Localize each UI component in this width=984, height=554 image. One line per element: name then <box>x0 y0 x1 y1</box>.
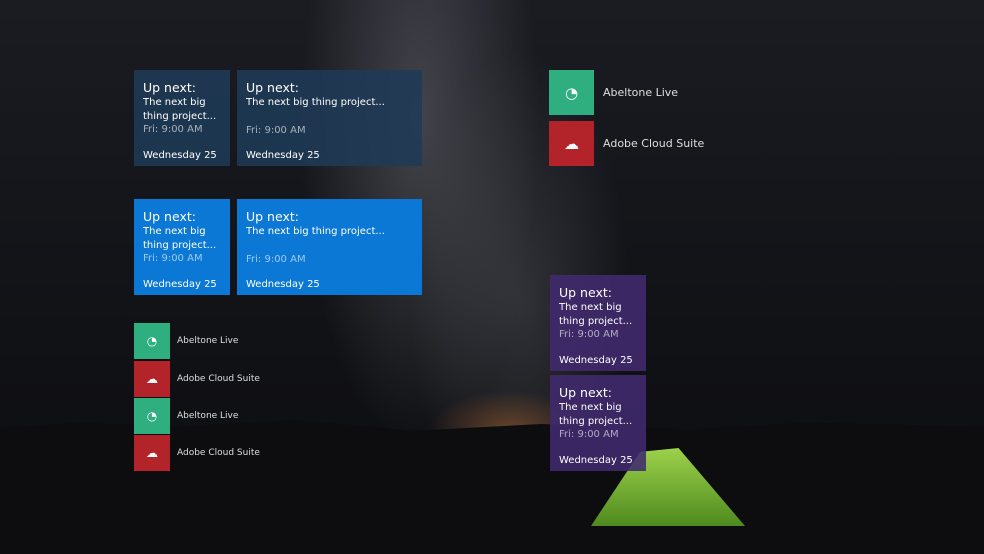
creative-cloud-icon: ☁ <box>134 435 170 471</box>
ableton-live-icon: ◔ <box>134 398 170 434</box>
tile-time: Fri: 9:00 AM <box>246 253 306 265</box>
tile-subject: The next big thing project... <box>559 402 633 427</box>
tile-heading: Up next: <box>559 285 612 300</box>
app-item-ableton[interactable]: ◔ Abeltone Live <box>134 398 238 434</box>
app-label: Adobe Cloud Suite <box>603 137 705 150</box>
app-item-adobe[interactable]: ☁ Adobe Cloud Suite <box>134 361 260 397</box>
tile-date: Wednesday 25 <box>143 150 217 161</box>
tile-date: Wednesday 25 <box>246 279 320 290</box>
tile-heading: Up next: <box>143 209 196 224</box>
tile-time: Fri: 9:00 AM <box>143 253 203 264</box>
tile-date: Wednesday 25 <box>246 150 320 161</box>
calendar-tile-wide[interactable]: Up next: The next big thing project... F… <box>237 199 422 295</box>
tile-heading: Up next: <box>246 80 299 95</box>
calendar-tile-wide[interactable]: Up next: The next big thing project... F… <box>237 70 422 166</box>
tile-date: Wednesday 25 <box>559 455 633 466</box>
tile-subject: The next big thing project... <box>143 226 217 251</box>
app-label: Adobe Cloud Suite <box>177 448 260 458</box>
calendar-tile-small[interactable]: Up next: The next big thing project... F… <box>550 275 646 371</box>
tile-subject: The next big thing project... <box>246 97 385 108</box>
app-label: Abeltone Live <box>177 336 239 346</box>
calendar-tile-small[interactable]: Up next: The next big thing project... F… <box>134 199 230 295</box>
app-label: Abeltone Live <box>603 86 679 99</box>
tile-time: Fri: 9:00 AM <box>246 124 306 136</box>
tile-subject: The next big thing project... <box>143 97 217 122</box>
creative-cloud-icon: ☁ <box>549 121 594 166</box>
calendar-tile-small[interactable]: Up next: The next big thing project... F… <box>550 375 646 471</box>
app-label: Adobe Cloud Suite <box>177 374 260 384</box>
tile-heading: Up next: <box>143 80 196 95</box>
tile-time: Fri: 9:00 AM <box>559 429 619 440</box>
tile-date: Wednesday 25 <box>143 279 217 290</box>
app-item-adobe[interactable]: ☁ Adobe Cloud Suite <box>549 121 704 166</box>
app-item-ableton[interactable]: ◔ Abeltone Live <box>549 70 678 115</box>
tile-time: Fri: 9:00 AM <box>559 329 619 340</box>
ableton-live-icon: ◔ <box>134 323 170 359</box>
app-item-ableton[interactable]: ◔ Abeltone Live <box>134 323 238 359</box>
ableton-live-icon: ◔ <box>549 70 594 115</box>
app-label: Abeltone Live <box>177 411 239 421</box>
tile-heading: Up next: <box>559 385 612 400</box>
tile-date: Wednesday 25 <box>559 355 633 366</box>
tile-time: Fri: 9:00 AM <box>143 124 203 135</box>
tile-heading: Up next: <box>246 209 299 224</box>
calendar-tile-small[interactable]: Up next: The next big thing project... F… <box>134 70 230 166</box>
app-item-adobe[interactable]: ☁ Adobe Cloud Suite <box>134 435 260 471</box>
creative-cloud-icon: ☁ <box>134 361 170 397</box>
tile-subject: The next big thing project... <box>246 226 385 237</box>
tile-subject: The next big thing project... <box>559 302 633 327</box>
